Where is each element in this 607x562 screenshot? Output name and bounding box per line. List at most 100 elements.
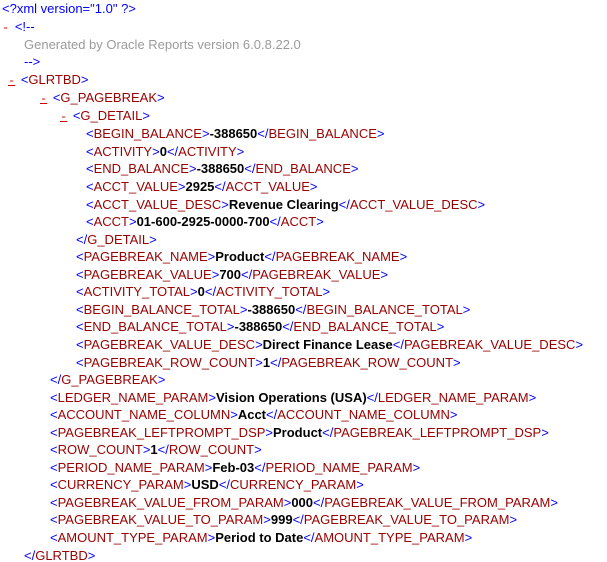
close-tag: PAGEBREAK_VALUE_TO_PARAM — [304, 512, 510, 527]
xml-element-currency_param: <CURRENCY_PARAM>USD</CURRENCY_PARAM> — [0, 476, 607, 494]
open-tag: BEGIN_BALANCE — [94, 126, 202, 141]
element-value: Product — [215, 249, 264, 264]
element-value: -388650 — [248, 302, 296, 317]
close-tag: CURRENCY_PARAM — [230, 477, 356, 492]
xml-element-acct_value: <ACCT_VALUE>2925</ACCT_VALUE> — [0, 178, 607, 196]
xml-element-pagebreak_value_from_param: <PAGEBREAK_VALUE_FROM_PARAM>000</PAGEBRE… — [0, 494, 607, 512]
collapse-toggle[interactable]: - — [40, 92, 47, 106]
element-value: 01-600-2925-0000-700 — [137, 214, 270, 229]
close-tag: ACCT_VALUE — [226, 179, 310, 194]
open-tag: PERIOD_NAME_PARAM — [58, 460, 205, 475]
close-tag: ACCT — [281, 214, 316, 229]
xml-open-g_detail: - <G_DETAIL> — [0, 107, 607, 125]
open-tag: PAGEBREAK_VALUE_TO_PARAM — [58, 512, 264, 527]
open-tag: ACCT_VALUE_DESC — [94, 197, 222, 212]
close-tag: END_BALANCE_TOTAL — [293, 319, 436, 334]
open-tag: ACCT — [94, 214, 129, 229]
open-tag: PAGEBREAK_VALUE — [84, 267, 212, 282]
element-value: -388650 — [210, 126, 258, 141]
close-tag: AMOUNT_TYPE_PARAM — [315, 530, 465, 545]
close-tag: PAGEBREAK_ROW_COUNT — [281, 355, 453, 370]
xml-element-pagebreak_leftprompt_dsp: <PAGEBREAK_LEFTPROMPT_DSP>Product</PAGEB… — [0, 424, 607, 442]
element-value: Period to Date — [215, 530, 303, 545]
open-tag: PAGEBREAK_NAME — [84, 249, 208, 264]
open-tag: END_BALANCE_TOTAL — [84, 319, 227, 334]
open-tag: ACCOUNT_NAME_COLUMN — [58, 407, 231, 422]
open-tag: PAGEBREAK_VALUE_FROM_PARAM — [58, 495, 284, 510]
element-value: -388650 — [197, 161, 245, 176]
xml-element-pagebreak_value_to_param: <PAGEBREAK_VALUE_TO_PARAM>999</PAGEBREAK… — [0, 511, 607, 529]
xml-element-end_balance: <END_BALANCE>-388650</END_BALANCE> — [0, 160, 607, 178]
xml-element-acct: <ACCT>01-600-2925-0000-700</ACCT> — [0, 213, 607, 231]
open-tag: END_BALANCE — [94, 161, 189, 176]
element-value: 000 — [291, 495, 313, 510]
close-tag: ACTIVITY_TOTAL — [216, 284, 322, 299]
xml-element-begin_balance_total: <BEGIN_BALANCE_TOTAL>-388650</BEGIN_BALA… — [0, 301, 607, 319]
element-value: Revenue Clearing — [229, 197, 339, 212]
element-value: Direct Finance Lease — [263, 337, 393, 352]
open-tag: ACTIVITY_TOTAL — [84, 284, 190, 299]
xml-element-pagebreak_value_desc: <PAGEBREAK_VALUE_DESC>Direct Finance Lea… — [0, 336, 607, 354]
open-tag: ROW_COUNT — [58, 442, 143, 457]
open-tag: PAGEBREAK_VALUE_DESC — [84, 337, 255, 352]
element-value: 0 — [198, 284, 205, 299]
close-tag: PAGEBREAK_LEFTPROMPT_DSP — [333, 425, 541, 440]
element-value: 999 — [271, 512, 293, 527]
xml-element-pagebreak_value: <PAGEBREAK_VALUE>700</PAGEBREAK_VALUE> — [0, 266, 607, 284]
element-value: -388650 — [234, 319, 282, 334]
close-tag: ACCOUNT_NAME_COLUMN — [277, 407, 450, 422]
xml-open-g_pagebreak: - <G_PAGEBREAK> — [0, 89, 607, 107]
element-value: Feb-03 — [212, 460, 254, 475]
open-tag: ACCT_VALUE — [94, 179, 178, 194]
element-value: Vision Operations (USA) — [216, 390, 367, 405]
close-tag: END_BALANCE — [256, 161, 351, 176]
open-tag: PAGEBREAK_LEFTPROMPT_DSP — [58, 425, 266, 440]
xml-element-acct_value_desc: <ACCT_VALUE_DESC>Revenue Clearing</ACCT_… — [0, 196, 607, 214]
element-value: Acct — [238, 407, 266, 422]
xml-element-activity_total: <ACTIVITY_TOTAL>0</ACTIVITY_TOTAL> — [0, 283, 607, 301]
xml-element-account_name_column: <ACCOUNT_NAME_COLUMN>Acct</ACCOUNT_NAME_… — [0, 406, 607, 424]
close-tag: ROW_COUNT — [169, 442, 254, 457]
open-tag: ACTIVITY — [94, 144, 153, 159]
close-tag: PAGEBREAK_VALUE_DESC — [404, 337, 575, 352]
open-tag: LEDGER_NAME_PARAM — [58, 390, 209, 405]
xml-element-begin_balance: <BEGIN_BALANCE>-388650</BEGIN_BALANCE> — [0, 125, 607, 143]
close-tag: BEGIN_BALANCE_TOTAL — [306, 302, 462, 317]
collapse-toggle[interactable]: - — [8, 74, 15, 88]
close-tag: LEDGER_NAME_PARAM — [378, 390, 529, 405]
close-tag: PAGEBREAK_VALUE — [252, 267, 380, 282]
close-tag: ACTIVITY — [178, 144, 237, 159]
xml-element-pagebreak_name: <PAGEBREAK_NAME>Product</PAGEBREAK_NAME> — [0, 248, 607, 266]
comment-open: <!-- — [15, 19, 35, 34]
xml-element-activity: <ACTIVITY>0</ACTIVITY> — [0, 143, 607, 161]
open-tag: PAGEBREAK_ROW_COUNT — [84, 355, 256, 370]
element-value: 0 — [160, 144, 167, 159]
collapse-toggle[interactable]: - — [60, 110, 67, 124]
close-tag: PAGEBREAK_NAME — [276, 249, 400, 264]
element-value: Product — [273, 425, 322, 440]
xml-element-period_name_param: <PERIOD_NAME_PARAM>Feb-03</PERIOD_NAME_P… — [0, 459, 607, 477]
xml-element-end_balance_total: <END_BALANCE_TOTAL>-388650</END_BALANCE_… — [0, 318, 607, 336]
element-value: 1 — [150, 442, 157, 457]
close-tag: PERIOD_NAME_PARAM — [265, 460, 412, 475]
xml-element-amount_type_param: <AMOUNT_TYPE_PARAM>Period to Date</AMOUN… — [0, 529, 607, 547]
close-tag: PAGEBREAK_VALUE_FROM_PARAM — [324, 495, 550, 510]
xml-close-glrtbd: </GLRTBD> — [0, 547, 607, 562]
xml-element-row_count: <ROW_COUNT>1</ROW_COUNT> — [0, 441, 607, 459]
element-value: USD — [191, 477, 218, 492]
element-value: 2925 — [185, 179, 214, 194]
xml-close-g_pagebreak: </G_PAGEBREAK> — [0, 371, 607, 389]
open-tag: BEGIN_BALANCE_TOTAL — [84, 302, 240, 317]
xml-declaration: <?xml version="1.0" ?> — [0, 0, 607, 18]
xml-element-ledger_name_param: <LEDGER_NAME_PARAM>Vision Operations (US… — [0, 389, 607, 407]
xml-element-pagebreak_row_count: <PAGEBREAK_ROW_COUNT>1</PAGEBREAK_ROW_CO… — [0, 354, 607, 372]
xml-close-g_detail: </G_DETAIL> — [0, 231, 607, 249]
collapse-toggle[interactable]: - — [2, 21, 9, 35]
element-value: 700 — [219, 267, 241, 282]
xml-comment-text: Generated by Oracle Reports version 6.0.… — [0, 36, 607, 54]
open-tag: CURRENCY_PARAM — [58, 477, 184, 492]
close-tag: ACCT_VALUE_DESC — [350, 197, 478, 212]
xml-open-glrtbd: - <GLRTBD> — [0, 71, 607, 89]
close-tag: BEGIN_BALANCE — [269, 126, 377, 141]
xml-comment-close: --> — [0, 53, 607, 71]
